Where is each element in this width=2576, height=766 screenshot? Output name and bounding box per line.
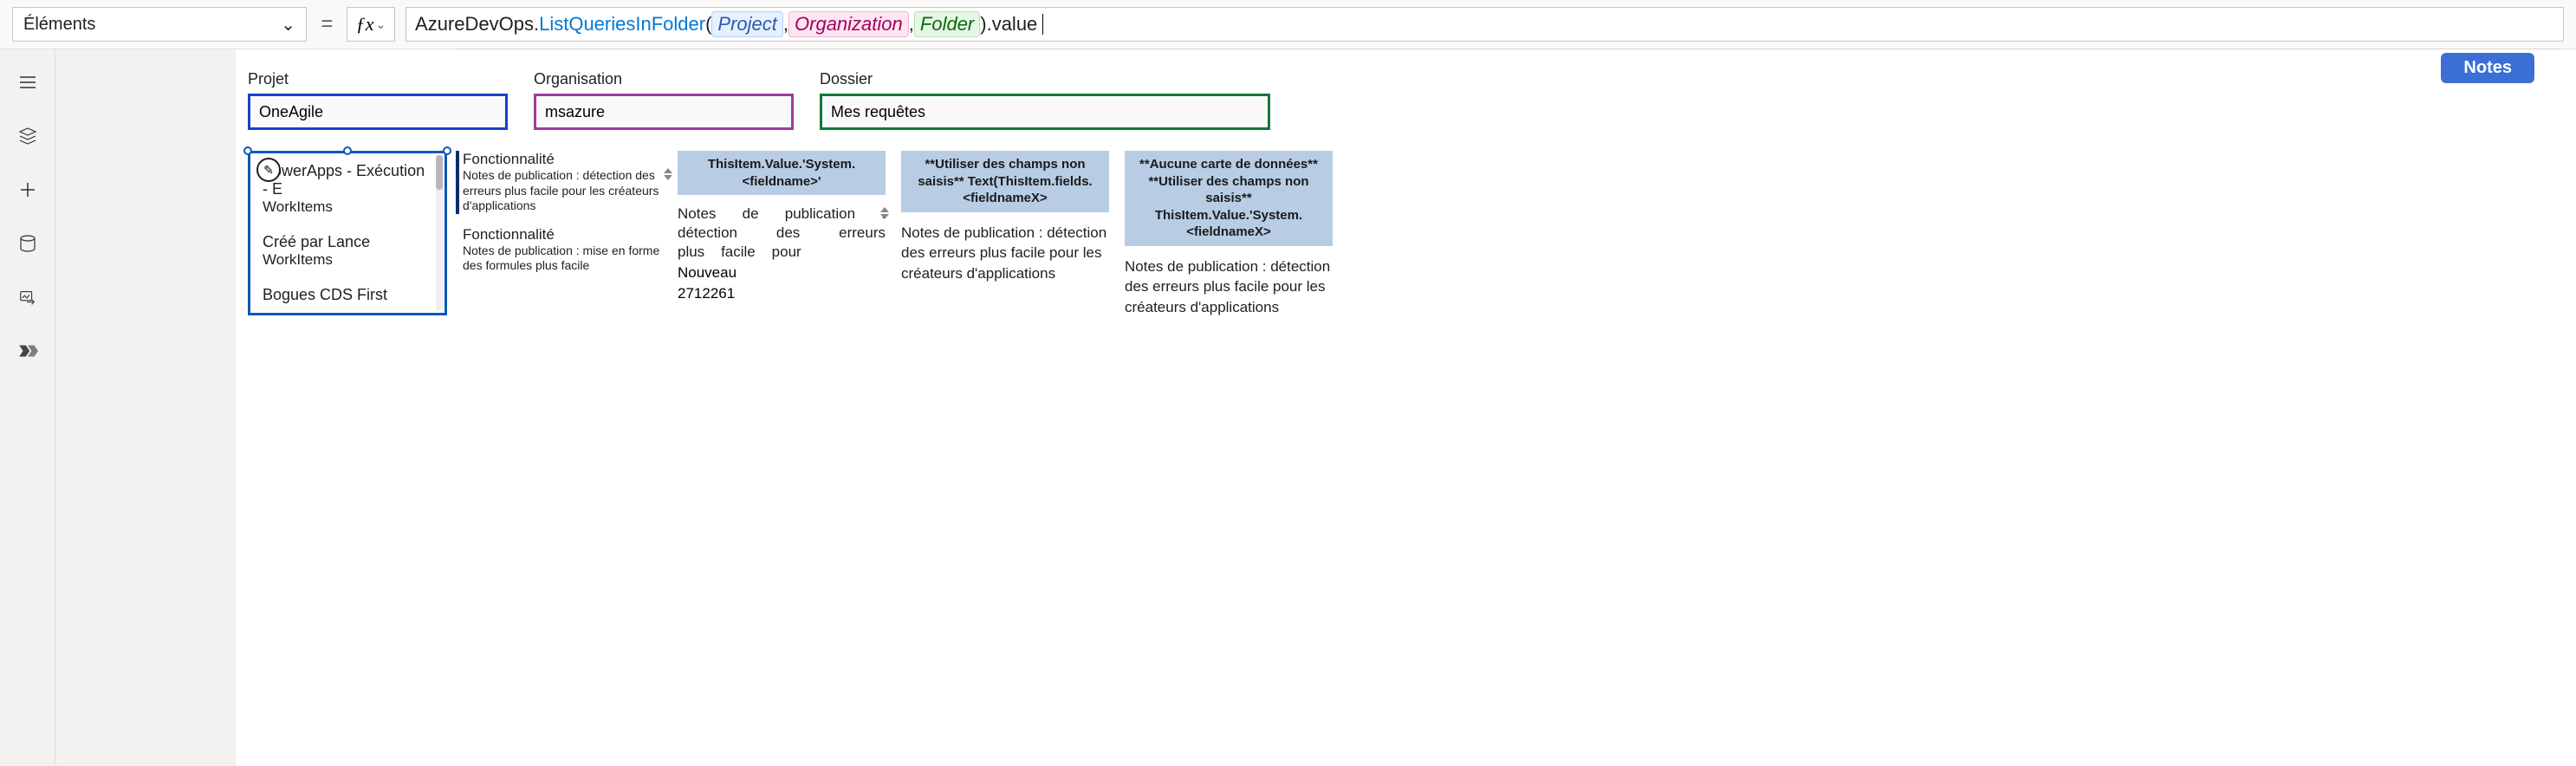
list-item-sub: Notes de publication : mise en forme des…: [463, 243, 662, 274]
project-input[interactable]: OneAgile: [248, 94, 508, 130]
data-icon[interactable]: [16, 231, 40, 256]
col-header: ThisItem.Value.'System.<fieldname>': [678, 151, 886, 195]
list-item[interactable]: Fonctionnalité Notes de publication : mi…: [463, 226, 662, 274]
resize-handle[interactable]: [443, 146, 451, 155]
list-item[interactable]: Fonctionnalité Notes de publication : dé…: [463, 151, 662, 214]
selection-bar: [456, 151, 459, 214]
folder-label: Dossier: [820, 70, 1270, 88]
gallery-item[interactable]: Créé par Lance WorkItems: [250, 224, 444, 277]
scroll-arrows[interactable]: [880, 207, 887, 219]
detail-text: Notes de publication : détection des err…: [1125, 256, 1333, 318]
id-text: 2712261: [678, 285, 886, 302]
gallery-item-sub: WorkItems: [263, 198, 432, 216]
selected-gallery-wrap: ✎ PowerApps - Exécution - E WorkItems Cr…: [248, 151, 447, 318]
detail-col-3: **Aucune carte de données** **Utiliser d…: [1125, 151, 1333, 318]
app-canvas[interactable]: Notes Projet OneAgile Organisation msazu…: [236, 49, 2576, 766]
list-item-title: Fonctionnalité: [463, 151, 662, 168]
fx-icon: ƒx: [356, 13, 374, 36]
org-field-group: Organisation msazure: [534, 70, 794, 130]
edit-icon[interactable]: ✎: [256, 158, 281, 182]
canvas-area: Notes Projet OneAgile Organisation msazu…: [55, 49, 2576, 766]
formula-bar-row: Éléments ⌄ = ƒx ⌄ AzureDevOps.ListQuerie…: [0, 0, 2576, 49]
detail-text: Notes de publication : détection des err…: [678, 205, 886, 261]
status-text: Nouveau: [678, 264, 886, 282]
resize-handle[interactable]: [243, 146, 252, 155]
param-project: Project: [711, 11, 782, 37]
insert-icon[interactable]: [16, 178, 40, 202]
formula-suffix: .value: [987, 13, 1038, 36]
gallery-item-title: Créé par Lance: [263, 233, 432, 251]
org-input[interactable]: msazure: [534, 94, 794, 130]
param-folder: Folder: [914, 11, 980, 37]
resize-handle[interactable]: [343, 146, 352, 155]
tree-view-icon[interactable]: [16, 124, 40, 148]
list-item-sub: Notes de publication : détection des err…: [463, 168, 662, 214]
gallery-item-sub: WorkItems: [263, 251, 432, 269]
media-icon[interactable]: [16, 285, 40, 309]
scrollbar-thumb[interactable]: [436, 155, 443, 190]
formula-input[interactable]: AzureDevOps.ListQueriesInFolder(Project,…: [406, 7, 2564, 42]
gallery-item-title: Bogues CDS First: [263, 286, 432, 304]
gallery-item[interactable]: Bogues CDS First: [250, 277, 444, 313]
property-selector[interactable]: Éléments ⌄: [12, 7, 307, 42]
gallery-item-title: PowerApps - Exécution - E: [263, 162, 432, 198]
col-header: **Aucune carte de données** **Utiliser d…: [1125, 151, 1333, 246]
fields-row: Projet OneAgile Organisation msazure Dos…: [243, 70, 2569, 130]
folder-input[interactable]: Mes requêtes: [820, 94, 1270, 130]
param-org: Organization: [788, 11, 909, 37]
property-selector-value: Éléments: [23, 15, 95, 35]
project-field-group: Projet OneAgile: [248, 70, 508, 130]
detail-col-2: **Utiliser des champs non saisis** Text(…: [901, 151, 1109, 318]
org-label: Organisation: [534, 70, 794, 88]
formula-function: ListQueriesInFolder: [539, 13, 705, 36]
hamburger-icon[interactable]: [16, 70, 40, 94]
fx-button[interactable]: ƒx ⌄: [347, 7, 395, 42]
notes-button[interactable]: Notes: [2441, 53, 2534, 83]
left-rail: [0, 49, 55, 766]
detail-text: Notes de publication : détection des err…: [901, 223, 1109, 284]
workitems-list: Fonctionnalité Notes de publication : dé…: [463, 151, 662, 318]
scroll-arrows[interactable]: [664, 168, 671, 180]
app-body: Notes Projet OneAgile Organisation msazu…: [0, 49, 2576, 766]
content-row: ✎ PowerApps - Exécution - E WorkItems Cr…: [243, 130, 2569, 318]
detail-col-1: ThisItem.Value.'System.<fieldname>' Note…: [678, 151, 886, 318]
text-cursor: [1042, 14, 1043, 35]
chevron-down-icon: ⌄: [376, 17, 386, 32]
project-label: Projet: [248, 70, 508, 88]
folder-field-group: Dossier Mes requêtes: [820, 70, 1270, 130]
equals-sign: =: [317, 12, 336, 36]
formula-namespace: AzureDevOps: [415, 13, 534, 36]
col-header: **Utiliser des champs non saisis** Text(…: [901, 151, 1109, 212]
list-item-title: Fonctionnalité: [463, 226, 662, 243]
flows-icon[interactable]: [16, 339, 40, 363]
chevron-down-icon: ⌄: [281, 14, 295, 36]
